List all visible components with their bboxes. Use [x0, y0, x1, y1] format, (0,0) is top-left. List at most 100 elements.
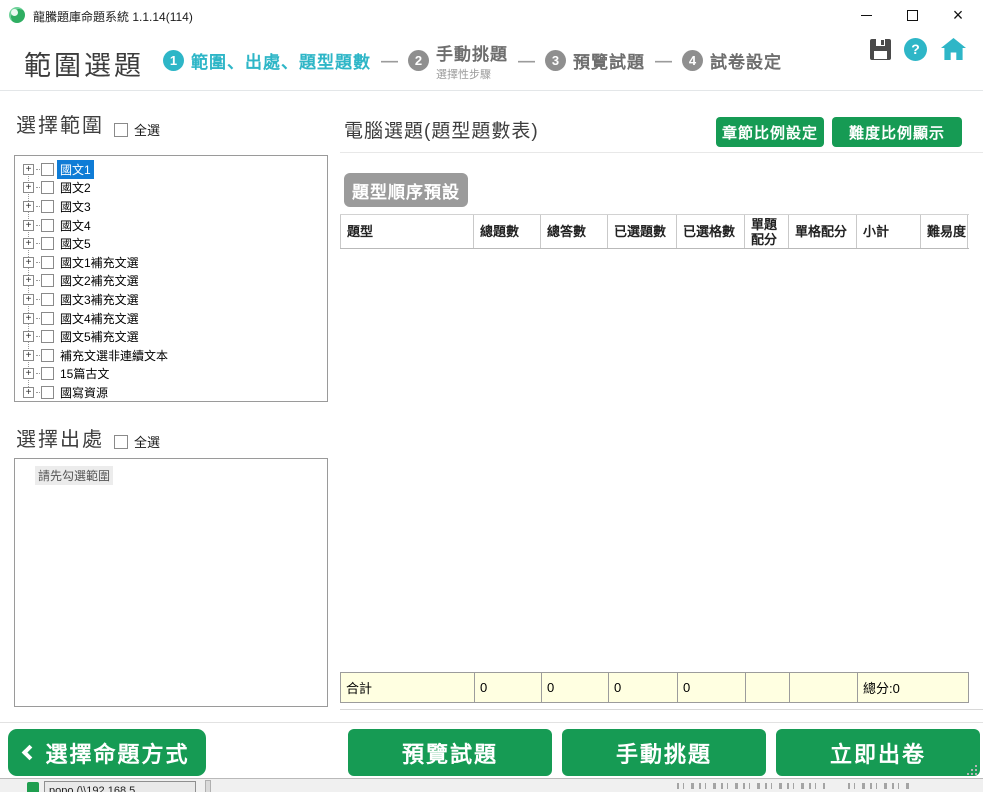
tree-item-label[interactable]: 國文3補充文選: [57, 290, 142, 309]
minimize-button[interactable]: [843, 0, 889, 30]
tree-item-label[interactable]: 國文4: [57, 216, 94, 235]
wizard-stepper: 1 範圍、出處、題型題數 — 2 手動挑題 選擇性步驟 — 3 預覽試題 — 4…: [163, 30, 782, 91]
range-select-all[interactable]: 全選: [114, 120, 160, 139]
background-window-divider: [205, 780, 211, 792]
source-select-all-checkbox[interactable]: [114, 435, 128, 449]
footer-cell: [745, 673, 789, 702]
source-select-all[interactable]: 全選: [114, 432, 160, 451]
question-table-footer: 合計0000總分:0: [340, 672, 969, 703]
tree-item[interactable]: + 國文1: [23, 160, 327, 179]
generate-paper-button[interactable]: 立即出卷: [776, 729, 980, 776]
page-header: 範圍選題 1 範圍、出處、題型題數 — 2 手動挑題 選擇性步驟 — 3 預覽試…: [0, 30, 983, 91]
tree-item[interactable]: + 國文3補充文選: [23, 290, 327, 309]
tree-item-label[interactable]: 國文5: [57, 234, 94, 253]
tree-item-label[interactable]: 國文5補充文選: [57, 327, 142, 346]
tree-item[interactable]: + 補充文選非連續文本: [23, 346, 327, 365]
range-select-all-checkbox[interactable]: [114, 123, 128, 137]
background-window-clipped-text: [677, 783, 825, 789]
expand-icon[interactable]: +: [23, 164, 34, 175]
range-select-all-label: 全選: [134, 120, 160, 139]
resize-grip[interactable]: [965, 763, 977, 775]
tree-connector-stub: [36, 318, 40, 319]
tree-item-label[interactable]: 國文4補充文選: [57, 309, 142, 328]
tree-item-checkbox[interactable]: [41, 256, 54, 269]
step-1-range[interactable]: 1 範圍、出處、題型題數: [163, 48, 371, 73]
header-toolbar: ?: [870, 37, 967, 61]
titlebar: 龍騰題庫命題系統 1.1.14(114) ×: [0, 0, 983, 30]
tree-item-checkbox[interactable]: [41, 349, 54, 362]
expand-icon[interactable]: +: [23, 387, 34, 398]
save-icon[interactable]: [870, 39, 891, 60]
column-header: 小計: [856, 215, 920, 248]
step-4-paper-settings[interactable]: 4 試卷設定: [682, 48, 782, 73]
tree-item-label[interactable]: 國文1: [57, 160, 94, 179]
range-tree-panel[interactable]: + 國文1 + 國文2 + 國文3 + 國文4 + 國文5 + 國文1補充文選 + 國文2補充文選 + 國文3…: [14, 155, 328, 402]
expand-icon[interactable]: +: [23, 275, 34, 286]
save-icon-detail: [881, 40, 884, 45]
column-header: 總答數: [540, 215, 607, 248]
help-icon[interactable]: ?: [904, 38, 927, 61]
expand-icon[interactable]: +: [23, 201, 34, 212]
tree-item[interactable]: + 國文2補充文選: [23, 272, 327, 291]
manual-pick-button[interactable]: 手動挑題: [562, 729, 766, 776]
home-icon[interactable]: [940, 37, 967, 61]
preview-questions-button[interactable]: 預覽試題: [348, 729, 552, 776]
tree-item[interactable]: + 國文1補充文選: [23, 253, 327, 272]
tree-item-label[interactable]: 國文3: [57, 197, 94, 216]
footer-cell: 0: [541, 673, 608, 702]
chapter-ratio-button[interactable]: 章節比例設定: [716, 117, 824, 147]
tree-item[interactable]: + 國文4補充文選: [23, 309, 327, 328]
expand-icon[interactable]: +: [23, 294, 34, 305]
tree-connector-stub: [36, 225, 40, 226]
tree-item-checkbox[interactable]: [41, 181, 54, 194]
tree-item[interactable]: + 國文5: [23, 234, 327, 253]
tree-item[interactable]: + 國寫資源: [23, 383, 327, 402]
column-header: 已選格數: [676, 215, 744, 248]
tree-item-label[interactable]: 國文1補充文選: [57, 253, 142, 272]
tree-item-checkbox[interactable]: [41, 237, 54, 250]
tree-item-label[interactable]: 國寫資源: [57, 383, 111, 402]
tree-item-checkbox[interactable]: [41, 274, 54, 287]
expand-icon[interactable]: +: [23, 350, 34, 361]
difficulty-ratio-button[interactable]: 難度比例顯示: [832, 117, 962, 147]
maximize-button[interactable]: [889, 0, 935, 30]
expand-icon[interactable]: +: [23, 331, 34, 342]
expand-icon[interactable]: +: [23, 313, 34, 324]
close-button[interactable]: ×: [935, 0, 981, 30]
footer-cell: 合計: [341, 673, 474, 702]
tree-item-label[interactable]: 15篇古文: [57, 364, 112, 383]
tree-item-checkbox[interactable]: [41, 386, 54, 399]
tree-item-checkbox[interactable]: [41, 200, 54, 213]
step-2-manual-pick[interactable]: 2 手動挑題 選擇性步驟: [408, 40, 508, 82]
expand-icon[interactable]: +: [23, 368, 34, 379]
tree-item[interactable]: +15篇古文: [23, 365, 327, 384]
window-title: 龍騰題庫命題系統 1.1.14(114): [33, 8, 193, 25]
expand-icon[interactable]: +: [23, 257, 34, 268]
source-list-panel[interactable]: 請先勾選範圍: [14, 458, 328, 707]
back-to-mode-button[interactable]: 選擇命題方式: [8, 729, 206, 776]
expand-icon[interactable]: +: [23, 182, 34, 193]
network-drive-icon: [27, 782, 39, 792]
tree-item-label[interactable]: 國文2: [57, 178, 94, 197]
tree-item[interactable]: + 國文4: [23, 216, 327, 235]
tree-connector-stub: [36, 169, 40, 170]
expand-icon[interactable]: +: [23, 220, 34, 231]
step-3-preview[interactable]: 3 預覽試題: [545, 48, 645, 73]
tree-item-checkbox[interactable]: [41, 330, 54, 343]
tree-item[interactable]: + 國文2: [23, 179, 327, 198]
tree-item-label[interactable]: 補充文選非連續文本: [57, 346, 171, 365]
tree-item-label[interactable]: 國文2補充文選: [57, 271, 142, 290]
tree-item[interactable]: + 國文3: [23, 197, 327, 216]
expand-icon[interactable]: +: [23, 238, 34, 249]
type-order-preset-button[interactable]: 題型順序預設: [344, 173, 468, 207]
step-4-label: 試卷設定: [710, 48, 782, 73]
tree-connector-stub: [36, 373, 40, 374]
question-table-header: 題型總題數總答數已選題數已選格數單題配分單格配分小計難易度: [340, 214, 969, 249]
step-4-number: 4: [682, 50, 703, 71]
tree-item-checkbox[interactable]: [41, 219, 54, 232]
tree-item-checkbox[interactable]: [41, 312, 54, 325]
tree-item[interactable]: + 國文5補充文選: [23, 327, 327, 346]
tree-item-checkbox[interactable]: [41, 367, 54, 380]
tree-item-checkbox[interactable]: [41, 163, 54, 176]
tree-item-checkbox[interactable]: [41, 293, 54, 306]
